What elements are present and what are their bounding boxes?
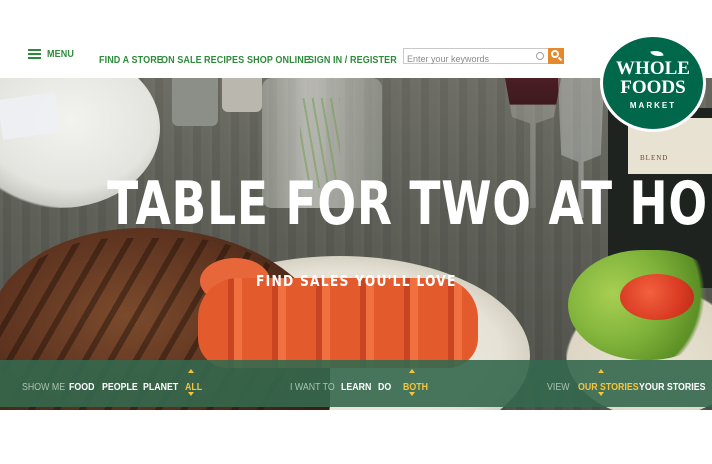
nav-sign-in-register[interactable]: SIGN IN / REGISTER <box>308 50 411 68</box>
view-label: VIEW <box>547 381 570 393</box>
caret-down-icon <box>598 392 604 396</box>
search-field <box>403 48 548 66</box>
search-button[interactable] <box>548 48 564 64</box>
leaf-icon <box>650 48 664 59</box>
logo-text-market: MARKET <box>629 101 677 110</box>
nav-on-sale[interactable]: ON SALE <box>161 50 208 68</box>
clear-icon[interactable] <box>536 52 544 60</box>
bottle-label-text: BLEND <box>640 154 669 162</box>
hero-headline: TABLE FOR TWO AT HOME <box>107 169 712 239</box>
menu-button[interactable]: MENU <box>28 48 78 60</box>
lobster-image <box>198 278 478 368</box>
menu-label: MENU <box>47 48 74 60</box>
logo-text-whole: WHOLE <box>616 58 690 79</box>
pepper-shaker-image <box>172 78 218 126</box>
filter-do[interactable]: DO <box>378 377 394 395</box>
story-filter-bar: SHOW ME FOOD PEOPLE PLANET ALL I WANT TO… <box>0 360 712 407</box>
salt-shaker-image <box>222 78 262 112</box>
show-me-label: SHOW ME <box>22 381 66 393</box>
logo-text-foods: FOODS <box>620 77 686 98</box>
caret-up-icon <box>409 369 415 373</box>
hero-subhead[interactable]: FIND SALES YOU'LL LOVE <box>0 272 712 290</box>
filter-learn[interactable]: LEARN <box>341 377 377 395</box>
whole-foods-logo[interactable]: WHOLE FOODS MARKET <box>600 34 706 132</box>
caret-up-icon <box>598 369 604 373</box>
filter-people[interactable]: PEOPLE <box>102 377 145 395</box>
filter-your-stories[interactable]: YOUR STORIES <box>639 377 712 395</box>
caret-down-icon <box>188 392 194 396</box>
hamburger-icon[interactable] <box>28 49 41 59</box>
filter-food[interactable]: FOOD <box>69 377 99 395</box>
i-want-to-label: I WANT TO <box>290 381 335 393</box>
filter-both[interactable]: BOTH <box>403 369 433 396</box>
caret-up-icon <box>188 369 194 373</box>
filter-all[interactable]: ALL <box>185 369 205 396</box>
nav-recipes[interactable]: RECIPES <box>204 50 251 68</box>
search-form <box>403 48 564 66</box>
search-input[interactable] <box>404 52 532 66</box>
napkin-image <box>0 92 61 140</box>
caret-down-icon <box>409 392 415 396</box>
filter-planet[interactable]: PLANET <box>143 377 185 395</box>
